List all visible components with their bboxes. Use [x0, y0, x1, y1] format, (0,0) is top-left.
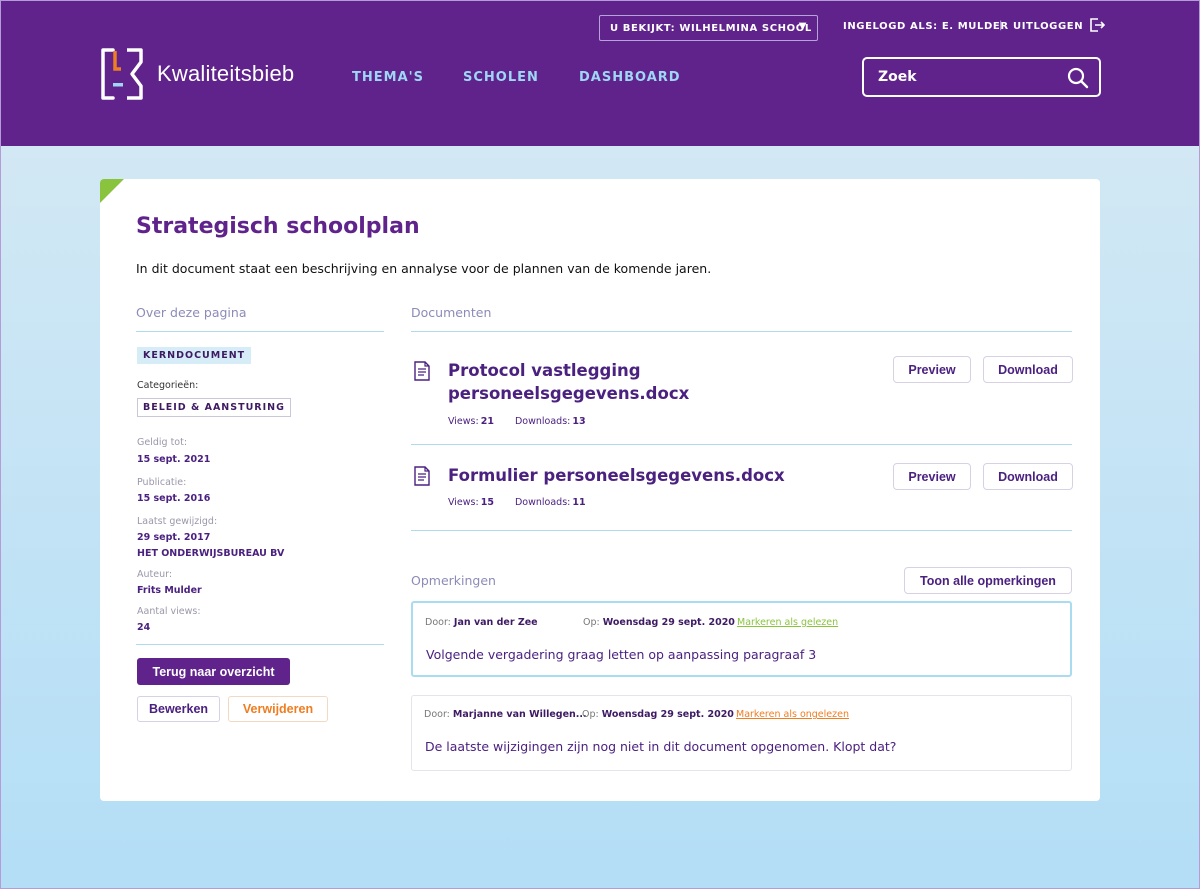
- published-label: Publicatie:: [137, 477, 187, 488]
- logout-link[interactable]: UITLOGGEN: [1013, 18, 1106, 32]
- author-label: Auteur:: [137, 569, 173, 580]
- remark-date: Op: Woensdag 29 sept. 2020: [582, 709, 734, 720]
- by-label: Door:: [425, 617, 451, 628]
- document-item: Protocol vastlegging personeelsgegevens.…: [411, 356, 1073, 443]
- search-input[interactable]: [878, 69, 1058, 85]
- on-label: Op:: [582, 709, 599, 720]
- search-icon[interactable]: [1067, 67, 1089, 89]
- nav-dashboard[interactable]: DASHBOARD: [579, 70, 681, 85]
- valid-until-value: 15 sept. 2021: [137, 454, 211, 465]
- remark-author: Door: Jan van der Zee: [425, 617, 538, 628]
- document-card: Strategisch schoolplan In dit document s…: [100, 179, 1100, 801]
- downloads-stat-label: Downloads:: [514, 497, 571, 508]
- valid-until-label: Geldig tot:: [137, 437, 188, 448]
- modified-label: Laatst gewijzigd:: [137, 516, 218, 527]
- views-label: Aantal views:: [137, 606, 201, 617]
- mark-as-read-link[interactable]: Markeren als gelezen: [737, 617, 838, 628]
- downloads-count: 11: [572, 497, 586, 508]
- about-heading: Over deze pagina: [136, 305, 247, 320]
- document-stats: Views: 15 Downloads: 11: [448, 497, 586, 508]
- document-item: Formulier personeelsgegevens.docx Views:…: [411, 463, 1073, 524]
- top-header: U BEKIJKT: WILHELMINA SCHOOL ▼ INGELOGD …: [0, 0, 1200, 146]
- modified-by: HET ONDERWIJSBUREAU BV: [137, 548, 285, 559]
- on-label: Op:: [583, 617, 600, 628]
- school-select-label: U BEKIJKT: WILHELMINA SCHOOL: [610, 22, 812, 34]
- views-stat-label: Views:: [448, 497, 479, 508]
- edit-button[interactable]: Bewerken: [137, 696, 220, 722]
- views-stat-label: Views:: [448, 416, 479, 427]
- documents-heading: Documenten: [411, 305, 492, 320]
- chevron-down-icon: ▼: [798, 21, 807, 32]
- remark-text: De laatste wijzigingen zijn nog niet in …: [425, 739, 897, 754]
- delete-button[interactable]: Verwijderen: [228, 696, 328, 722]
- document-divider: [411, 444, 1072, 445]
- documents-bottom-divider: [411, 530, 1072, 531]
- logo-icon: [101, 48, 143, 100]
- download-button[interactable]: Download: [983, 463, 1073, 490]
- about-bottom-divider: [136, 644, 384, 645]
- remarks-heading: Opmerkingen: [411, 573, 496, 588]
- remark-author-name: Jan van der Zee: [453, 617, 538, 628]
- document-icon: [414, 361, 430, 381]
- views-count: 21: [480, 416, 494, 427]
- document-icon: [414, 466, 430, 486]
- document-stats: Views: 21 Downloads: 13: [448, 416, 586, 427]
- back-to-overview-button[interactable]: Terug naar overzicht: [137, 658, 290, 685]
- logo-text: Kwaliteitsbieb: [157, 61, 295, 86]
- remark-date-value: Woensdag 29 sept. 2020: [602, 617, 735, 628]
- category-tag[interactable]: BELEID & AANSTURING: [137, 398, 291, 417]
- download-button[interactable]: Download: [983, 356, 1073, 383]
- search-box: [862, 57, 1101, 97]
- preview-button[interactable]: Preview: [893, 463, 971, 490]
- logout-icon: [1090, 18, 1106, 32]
- remark-item: Door: Jan van der Zee Op: Woensdag 29 se…: [411, 601, 1072, 677]
- page-description: In dit document staat een beschrijving e…: [136, 261, 712, 276]
- author-value: Frits Mulder: [137, 585, 202, 596]
- page-title: Strategisch schoolplan: [136, 214, 420, 239]
- views-count: 15: [480, 497, 494, 508]
- nav-themes[interactable]: THEMA'S: [352, 70, 424, 85]
- remark-item: Door: Marjanne van Willegen... Op: Woens…: [411, 695, 1072, 771]
- logout-label: UITLOGGEN: [1013, 21, 1084, 32]
- remark-date-value: Woensdag 29 sept. 2020: [601, 709, 734, 720]
- documents-divider: [411, 331, 1072, 332]
- by-label: Door:: [424, 709, 450, 720]
- views-value: 24: [137, 622, 151, 633]
- remark-author: Door: Marjanne van Willegen...: [424, 709, 587, 720]
- nav-schools[interactable]: SCHOLEN: [463, 70, 539, 85]
- downloads-count: 13: [572, 416, 586, 427]
- document-title[interactable]: Protocol vastlegging personeelsgegevens.…: [448, 359, 718, 405]
- document-title[interactable]: Formulier personeelsgegevens.docx: [448, 464, 788, 487]
- core-document-badge: KERNDOCUMENT: [137, 347, 252, 364]
- published-value: 15 sept. 2016: [137, 493, 211, 504]
- remark-author-name: Marjanne van Willegen...: [452, 709, 587, 720]
- school-select[interactable]: U BEKIJKT: WILHELMINA SCHOOL ▼: [599, 15, 818, 41]
- preview-button[interactable]: Preview: [893, 356, 971, 383]
- header-separator: |: [999, 20, 1003, 31]
- downloads-stat-label: Downloads:: [514, 416, 571, 427]
- logo[interactable]: Kwaliteitsbieb: [99, 47, 294, 101]
- modified-value: 29 sept. 2017: [137, 532, 211, 543]
- mark-as-unread-link[interactable]: Markeren als ongelezen: [736, 709, 849, 720]
- show-all-remarks-button[interactable]: Toon alle opmerkingen: [904, 567, 1072, 594]
- about-divider: [136, 331, 384, 332]
- categories-label: Categorieën:: [137, 380, 199, 391]
- logged-in-user: INGELOGD ALS: E. MULDER: [843, 21, 1009, 32]
- remark-text: Volgende vergadering graag letten op aan…: [426, 647, 817, 662]
- remark-date: Op: Woensdag 29 sept. 2020: [583, 617, 735, 628]
- card-corner-accent: [100, 179, 124, 203]
